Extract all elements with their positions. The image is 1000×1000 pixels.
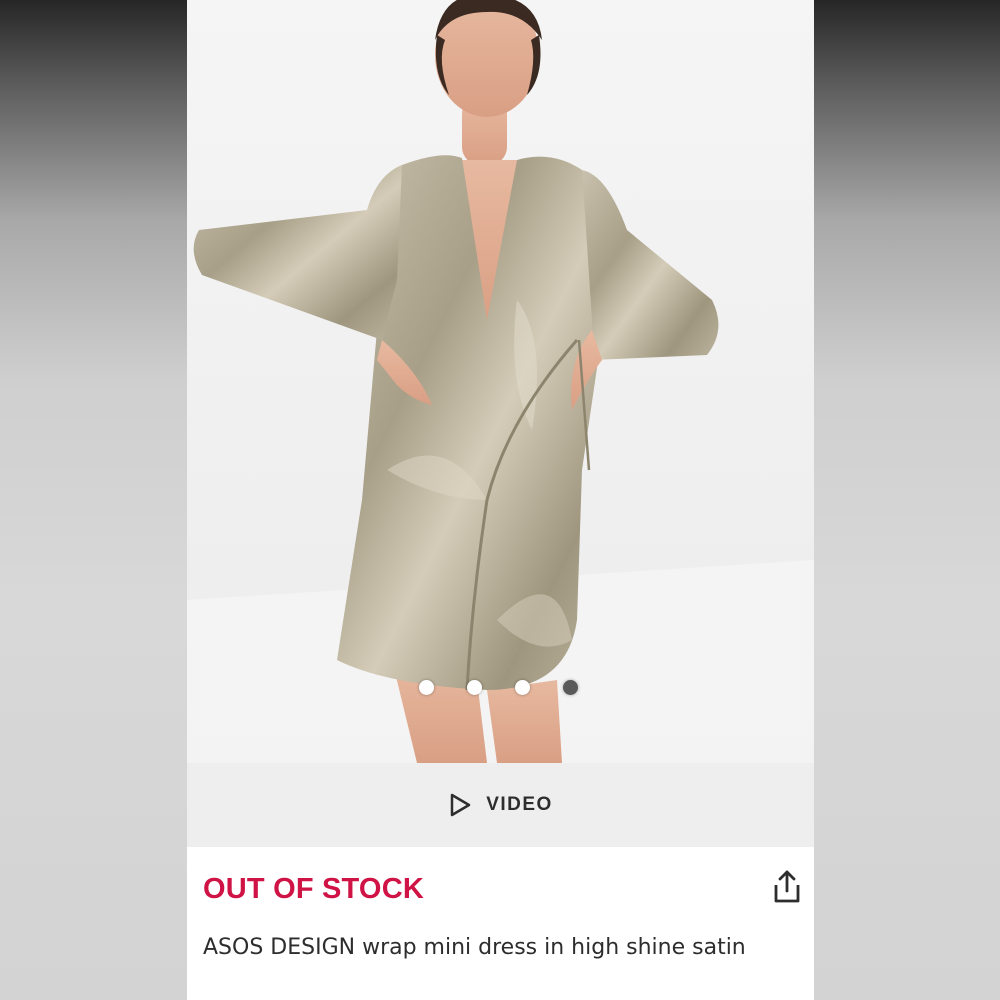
video-label: VIDEO xyxy=(486,794,553,815)
share-icon xyxy=(774,870,800,903)
carousel-dot[interactable] xyxy=(515,680,530,695)
carousel-dot[interactable] xyxy=(419,680,434,695)
product-title: ASOS DESIGN wrap mini dress in high shin… xyxy=(203,935,746,960)
carousel-dots[interactable] xyxy=(419,680,578,695)
carousel-dot-active[interactable] xyxy=(563,680,578,695)
play-icon xyxy=(450,793,471,817)
share-button[interactable] xyxy=(771,869,803,905)
background-blur-right xyxy=(814,0,1000,1000)
product-image xyxy=(187,0,814,763)
background-blur-left xyxy=(0,0,187,1000)
carousel-dot[interactable] xyxy=(467,680,482,695)
video-button[interactable]: VIDEO xyxy=(187,763,814,847)
product-page: VIDEO OUT OF STOCK ASOS DESIGN wrap mini… xyxy=(187,0,814,1000)
stock-status: OUT OF STOCK xyxy=(203,873,424,905)
product-info: OUT OF STOCK ASOS DESIGN wrap mini dress… xyxy=(187,847,814,1000)
product-image-carousel[interactable] xyxy=(187,0,814,763)
